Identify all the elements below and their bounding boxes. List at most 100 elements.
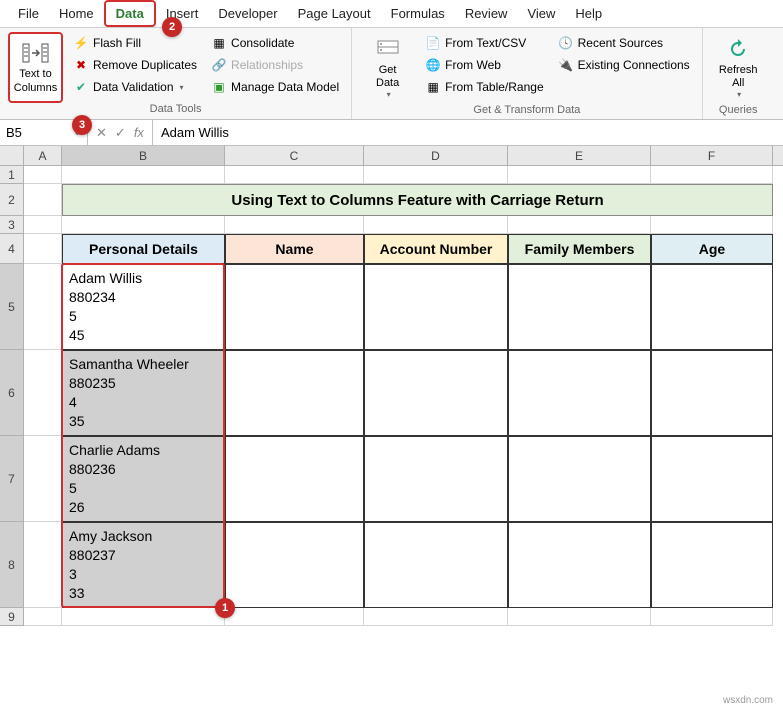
header-account-number[interactable]: Account Number [364,234,508,264]
enter-icon[interactable]: ✓ [115,125,126,141]
title-cell[interactable]: Using Text to Columns Feature with Carri… [62,184,773,216]
cell-F6[interactable] [651,350,773,436]
menu-formulas[interactable]: Formulas [381,2,455,25]
callout-3: 3 [72,115,92,135]
menu-help[interactable]: Help [565,2,612,25]
callout-2: 2 [162,17,182,37]
row-header-6[interactable]: 6 [0,350,24,436]
get-data-button[interactable]: Get Data▾ [360,32,415,104]
cell-A8[interactable] [24,522,62,608]
existing-connections-button[interactable]: 🔌Existing Connections [554,54,694,76]
cell-E7[interactable] [508,436,651,522]
cell-A2[interactable] [24,184,62,216]
cell-D5[interactable] [364,264,508,350]
col-header-E[interactable]: E [508,146,651,165]
col-header-F[interactable]: F [651,146,773,165]
row-headers: 1 2 3 4 5 6 7 8 9 [0,166,24,626]
header-name[interactable]: Name [225,234,364,264]
flash-fill-button[interactable]: ⚡Flash Fill [69,32,201,54]
cell-F7[interactable] [651,436,773,522]
col-header-D[interactable]: D [364,146,508,165]
cell-E3[interactable] [508,216,651,234]
text-to-columns-button[interactable]: Text to Columns [8,32,63,103]
menu-developer[interactable]: Developer [208,2,287,25]
cell-A1[interactable] [24,166,62,184]
remove-duplicates-button[interactable]: ✖Remove Duplicates [69,54,201,76]
remove-duplicates-icon: ✖ [73,57,89,73]
cell-A7[interactable] [24,436,62,522]
menu-data[interactable]: Data [104,0,156,27]
from-table-range-button[interactable]: ▦From Table/Range [421,76,548,98]
cell-F5[interactable] [651,264,773,350]
menu-review[interactable]: Review [455,2,518,25]
select-all-corner[interactable] [0,146,24,165]
cell-A6[interactable] [24,350,62,436]
consolidate-button[interactable]: ▦Consolidate [207,32,343,54]
cell-B9[interactable] [62,608,225,626]
cell-D8[interactable] [364,522,508,608]
cell-C8[interactable] [225,522,364,608]
cell-B1[interactable] [62,166,225,184]
queries-group-label: Queries [719,104,758,117]
menu-view[interactable]: View [517,2,565,25]
col-header-B[interactable]: B [62,146,225,165]
cell-F8[interactable] [651,522,773,608]
cell-D7[interactable] [364,436,508,522]
menu-file[interactable]: File [8,2,49,25]
cell-B8[interactable]: Amy Jackson 880237 3 33 [62,522,225,608]
row-header-5[interactable]: 5 [0,264,24,350]
row-header-8[interactable]: 8 [0,522,24,608]
cell-D9[interactable] [364,608,508,626]
cell-A3[interactable] [24,216,62,234]
cell-B5[interactable]: Adam Willis 880234 5 45 [62,264,225,350]
row-header-1[interactable]: 1 [0,166,24,184]
refresh-all-button[interactable]: Refresh All▾ [711,32,766,104]
cell-E5[interactable] [508,264,651,350]
cell-E9[interactable] [508,608,651,626]
cell-D6[interactable] [364,350,508,436]
cell-F9[interactable] [651,608,773,626]
col-header-C[interactable]: C [225,146,364,165]
row-header-7[interactable]: 7 [0,436,24,522]
cell-D3[interactable] [364,216,508,234]
header-family-members[interactable]: Family Members [508,234,651,264]
cell-E1[interactable] [508,166,651,184]
cell-F1[interactable] [651,166,773,184]
row-header-2[interactable]: 2 [0,184,24,216]
row-header-3[interactable]: 3 [0,216,24,234]
from-web-button[interactable]: 🌐From Web [421,54,548,76]
cell-E6[interactable] [508,350,651,436]
grid: 1 2 3 4 5 6 7 8 9 Using Text to Columns … [0,166,783,626]
header-personal-details[interactable]: Personal Details [62,234,225,264]
fx-icon[interactable]: fx [134,125,144,140]
row-header-4[interactable]: 4 [0,234,24,264]
cell-C7[interactable] [225,436,364,522]
header-age[interactable]: Age [651,234,773,264]
recent-sources-button[interactable]: 🕓Recent Sources [554,32,694,54]
cell-B6[interactable]: Samantha Wheeler 880235 4 35 [62,350,225,436]
text-to-columns-label: Text to Columns [14,68,57,94]
cell-B3[interactable] [62,216,225,234]
cell-A4[interactable] [24,234,62,264]
cell-C5[interactable] [225,264,364,350]
data-validation-button[interactable]: ✔Data Validation▾ [69,76,201,98]
cell-C6[interactable] [225,350,364,436]
relationships-button[interactable]: 🔗Relationships [207,54,343,76]
menu-home[interactable]: Home [49,2,104,25]
row-header-9[interactable]: 9 [0,608,24,626]
cell-C9[interactable] [225,608,364,626]
cell-B7[interactable]: Charlie Adams 880236 5 26 [62,436,225,522]
cell-C3[interactable] [225,216,364,234]
cell-F3[interactable] [651,216,773,234]
cell-E8[interactable] [508,522,651,608]
from-text-csv-button[interactable]: 📄From Text/CSV [421,32,548,54]
formula-input[interactable]: Adam Willis [153,120,783,145]
cell-D1[interactable] [364,166,508,184]
cell-C1[interactable] [225,166,364,184]
cell-A5[interactable] [24,264,62,350]
cell-A9[interactable] [24,608,62,626]
col-header-A[interactable]: A [24,146,62,165]
menu-page-layout[interactable]: Page Layout [288,2,381,25]
manage-data-model-button[interactable]: ▣Manage Data Model [207,76,343,98]
cancel-icon[interactable]: ✕ [96,125,107,141]
